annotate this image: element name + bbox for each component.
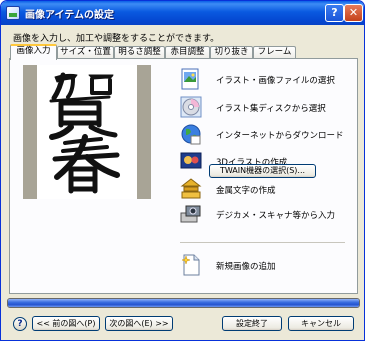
image-preview (23, 65, 151, 199)
finish-button[interactable]: 設定終了 (222, 316, 282, 331)
menu-label: 金属文字の作成 (216, 186, 276, 196)
menu-item-new-image[interactable]: 新規画像の追加 (180, 252, 355, 278)
camera-scanner-icon (180, 205, 201, 223)
image-file-icon (181, 68, 199, 90)
menu-item-camera-scanner[interactable]: デジカメ・スキャナ等から入力 (180, 201, 355, 227)
new-image-icon (181, 254, 200, 276)
menu-item-metal-text[interactable]: 金属文字の作成 (180, 176, 355, 202)
help-title-button[interactable]: ? (325, 4, 344, 22)
tab-image-input[interactable]: 画像入力 (10, 44, 57, 60)
progress-bar (7, 298, 360, 308)
menu-item-download[interactable]: インターネットからダウンロード (180, 121, 355, 147)
metal-text-icon (180, 178, 202, 199)
globe-icon (181, 124, 201, 145)
cancel-button[interactable]: キャンセル (288, 316, 354, 331)
next-button[interactable]: 次の図へ(E) >> (105, 316, 173, 331)
dialog-window: 画像アイテムの設定 ? ✕ 画像を入力し、加工や調整をすることができます。 画像… (0, 0, 365, 341)
menu-separator (180, 242, 345, 243)
window-title: 画像アイテムの設定 (25, 10, 114, 21)
preview-card (37, 65, 137, 199)
help-button[interactable]: ? (13, 317, 27, 331)
3d-illustration-icon (180, 152, 202, 169)
menu-label: イラスト集ディスクから選択 (216, 104, 326, 114)
title-bar[interactable]: 画像アイテムの設定 ? ✕ (1, 1, 364, 25)
menu-item-image-file[interactable]: イラスト・画像ファイルの選択 (180, 66, 355, 92)
close-button[interactable]: ✕ (344, 4, 363, 22)
calligraphy-image (49, 72, 120, 194)
cd-disc-icon (180, 96, 202, 118)
progress-fill (8, 299, 359, 307)
description-text: 画像を入力し、加工や調整をすることができます。 (13, 34, 220, 44)
menu-label: イラスト・画像ファイルの選択 (216, 76, 335, 86)
menu-label: デジカメ・スキャナ等から入力 (216, 211, 336, 221)
menu-item-disc[interactable]: イラスト集ディスクから選択 (180, 94, 355, 120)
menu-label: インターネットからダウンロード (216, 131, 344, 141)
app-icon (6, 6, 20, 20)
twain-select-button[interactable]: TWAIN機器の選択(S)... (209, 164, 316, 178)
prev-button[interactable]: << 前の図へ(P) (32, 316, 100, 331)
menu-label: 新規画像の追加 (216, 262, 276, 272)
